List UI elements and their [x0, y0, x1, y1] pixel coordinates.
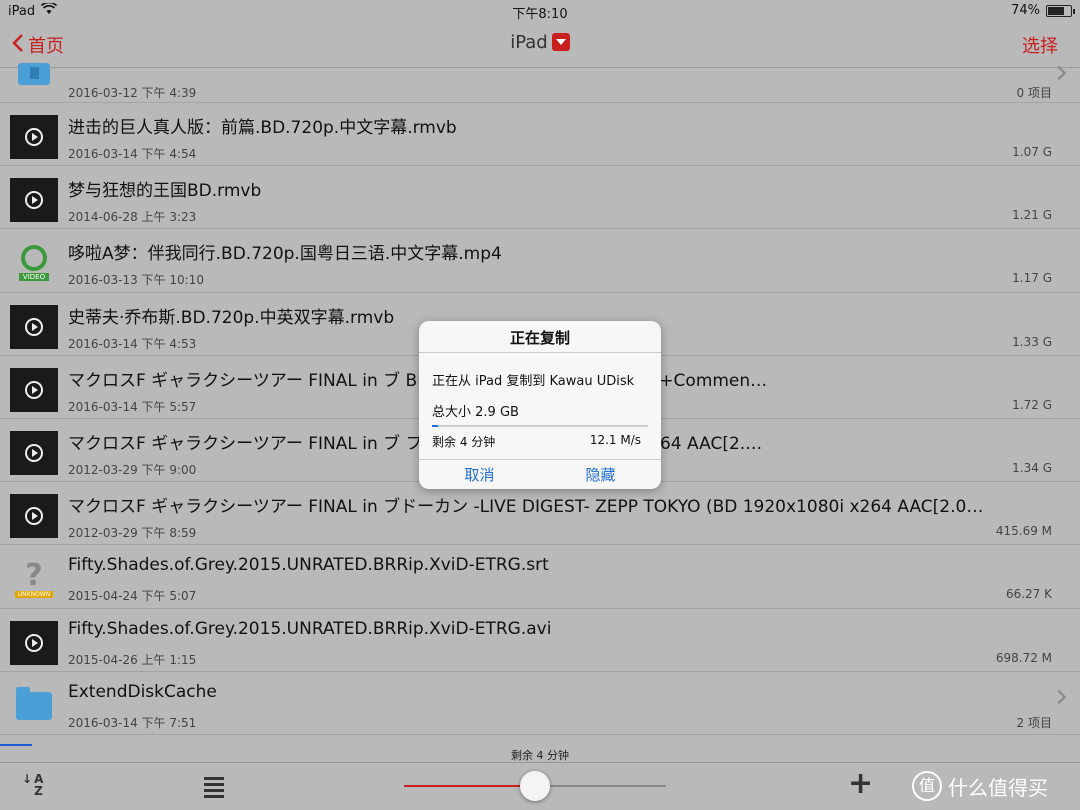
item-date: 2016-03-13 下午 10:10 — [68, 273, 204, 288]
item-date: 2015-04-24 下午 5:07 — [68, 589, 197, 604]
watermark: 值 什么值得买 — [912, 771, 1048, 801]
video-thumbnail-icon — [10, 115, 58, 159]
item-size: 1.33 G — [1012, 334, 1052, 349]
zoom-slider[interactable] — [404, 771, 666, 801]
play-icon — [25, 507, 43, 526]
item-size: 1.21 G — [1012, 208, 1052, 223]
select-button[interactable]: 选择 — [1022, 32, 1058, 58]
battery-icon — [1046, 4, 1075, 17]
watermark-text: 什么值得买 — [948, 775, 1048, 800]
item-name: 梦与狂想的王国BD.rmvb — [68, 181, 262, 202]
item-size: 698.72 M — [995, 650, 1052, 665]
chevron-right-icon — [1051, 689, 1067, 704]
copy-progress-dialog: 正在复制 正在从 iPad 复制到 Kawau UDisk 总大小 2.9 GB… — [419, 321, 661, 489]
dialog-message: 正在从 iPad 复制到 Kawau UDisk — [432, 374, 635, 389]
document-folder-icon — [10, 62, 58, 88]
dialog-title: 正在复制 — [419, 321, 661, 353]
play-icon — [25, 380, 43, 399]
status-bar: iPad 下午8:10 74% — [0, 0, 1080, 22]
item-date: 2016-03-12 下午 4:39 — [68, 86, 197, 100]
list-item[interactable]: 梦与狂想的王国BD.rmvb 2014-06-28 上午 3:23 1.21 G — [0, 166, 1080, 230]
list-item[interactable]: マクロスF ギャラクシーツアー FINAL in ブドーカン -LIVE DIG… — [0, 482, 1080, 546]
play-icon — [25, 633, 43, 652]
chevron-right-icon — [1051, 65, 1067, 81]
item-name: ExtendDiskCache — [68, 681, 217, 702]
transfer-remaining-text: 剩余 4 分钟 — [511, 749, 569, 762]
item-date: 2015-04-26 上午 1:15 — [68, 652, 197, 667]
list-item[interactable]: ExtendDiskCache 2016-03-14 下午 7:51 2 项目 — [0, 672, 1080, 735]
play-icon — [25, 317, 43, 336]
transfer-progress-bar — [0, 744, 33, 746]
page-title: iPad — [510, 32, 548, 53]
item-name: Fifty.Shades.of.Grey.2015.UNRATED.BRRip.… — [68, 555, 549, 576]
item-size: 66.27 K — [1005, 587, 1052, 602]
dropdown-icon — [551, 33, 570, 51]
list-item[interactable]: ? UNKNOWN Fifty.Shades.of.Grey.2015.UNRATE… — [0, 545, 1080, 609]
dialog-speed: 12.1 M/s — [589, 433, 641, 447]
video-thumbnail-icon — [10, 430, 58, 475]
slider-knob[interactable] — [520, 771, 550, 801]
list-item[interactable]: 进击的巨人真人版：前篇.BD.720p.中文字幕.rmvb 2016-03-14 … — [0, 103, 1080, 167]
item-date: 2012-03-29 下午 8:59 — [68, 526, 197, 541]
video-thumbnail-icon — [10, 178, 58, 223]
copy-progress-bar — [432, 425, 648, 427]
item-name: マクロスF ギャラクシーツアー FINAL in ブドーカン -LIVE DIG… — [68, 497, 984, 518]
item-size: 1.07 G — [1012, 145, 1052, 159]
item-size: 1.17 G — [1012, 271, 1052, 286]
location-dropdown[interactable]: iPad — [0, 32, 1080, 53]
play-icon — [25, 191, 43, 210]
list-item[interactable]: Fifty.Shades.of.Grey.2015.UNRATED.BRRip.… — [0, 609, 1080, 672]
item-date: 2016-03-14 下午 4:54 — [68, 147, 197, 161]
item-name: 进击的巨人真人版：前篇.BD.720p.中文字幕.rmvb — [68, 118, 457, 138]
play-icon — [25, 443, 43, 462]
item-size: 1.34 G — [1012, 460, 1052, 475]
video-thumbnail-icon — [10, 620, 58, 665]
dialog-remaining: 剩余 4 分钟 — [432, 435, 496, 449]
play-icon — [25, 128, 43, 146]
status-time: 下午8:10 — [512, 7, 568, 22]
item-name: Fifty.Shades.of.Grey.2015.UNRATED.BRRip.… — [68, 618, 552, 639]
battery-percent: 74% — [1011, 3, 1040, 18]
item-size: 0 项目 — [1016, 86, 1052, 100]
list-item[interactable]: 2016-03-12 下午 4:39 0 项目 — [0, 63, 1080, 103]
item-size: 415.69 M — [995, 524, 1052, 539]
item-name: 哆啦A梦：伴我同行.BD.720p.国粤日三语.中文字幕.mp4 — [68, 244, 502, 265]
video-thumbnail-icon — [10, 367, 58, 412]
transfer-progress-strip: 剩余 4 分钟 — [0, 744, 1080, 762]
item-size: 2 项目 — [1016, 715, 1052, 730]
watermark-logo: 值 — [912, 771, 942, 801]
bottom-toolbar: ↓ A Z + 值 什么值得买 — [0, 762, 1080, 810]
item-size: 1.72 G — [1012, 397, 1052, 412]
video-thumbnail-icon — [10, 494, 58, 539]
item-date: 2016-03-14 下午 7:51 — [68, 715, 197, 730]
film-reel-icon: VIDEO — [10, 241, 58, 285]
video-thumbnail-icon — [10, 304, 58, 349]
unknown-file-icon: ? UNKNOWN — [10, 557, 58, 601]
dialog-total-size: 总大小 2.9 GB — [432, 405, 519, 420]
list-item[interactable]: VIDEO 哆啦A梦：伴我同行.BD.720p.国粤日三语.中文字幕.mp4 201… — [0, 229, 1080, 293]
sort-icon: ↓ — [22, 772, 33, 786]
hide-button[interactable]: 隐藏 — [540, 460, 661, 489]
cancel-button[interactable]: 取消 — [419, 460, 540, 489]
list-view-button[interactable] — [204, 777, 224, 801]
folder-icon — [10, 684, 58, 728]
navigation-bar: 首页 iPad 选择 — [0, 22, 1080, 68]
sort-az-button[interactable]: ↓ A Z — [22, 773, 43, 797]
item-date: 2016-03-14 下午 4:53 — [68, 336, 197, 351]
item-date: 2014-06-28 上午 3:23 — [68, 210, 197, 225]
add-button[interactable]: + — [848, 767, 873, 801]
item-date: 2016-03-14 下午 5:57 — [68, 399, 197, 414]
item-date: 2012-03-29 下午 9:00 — [68, 462, 197, 477]
